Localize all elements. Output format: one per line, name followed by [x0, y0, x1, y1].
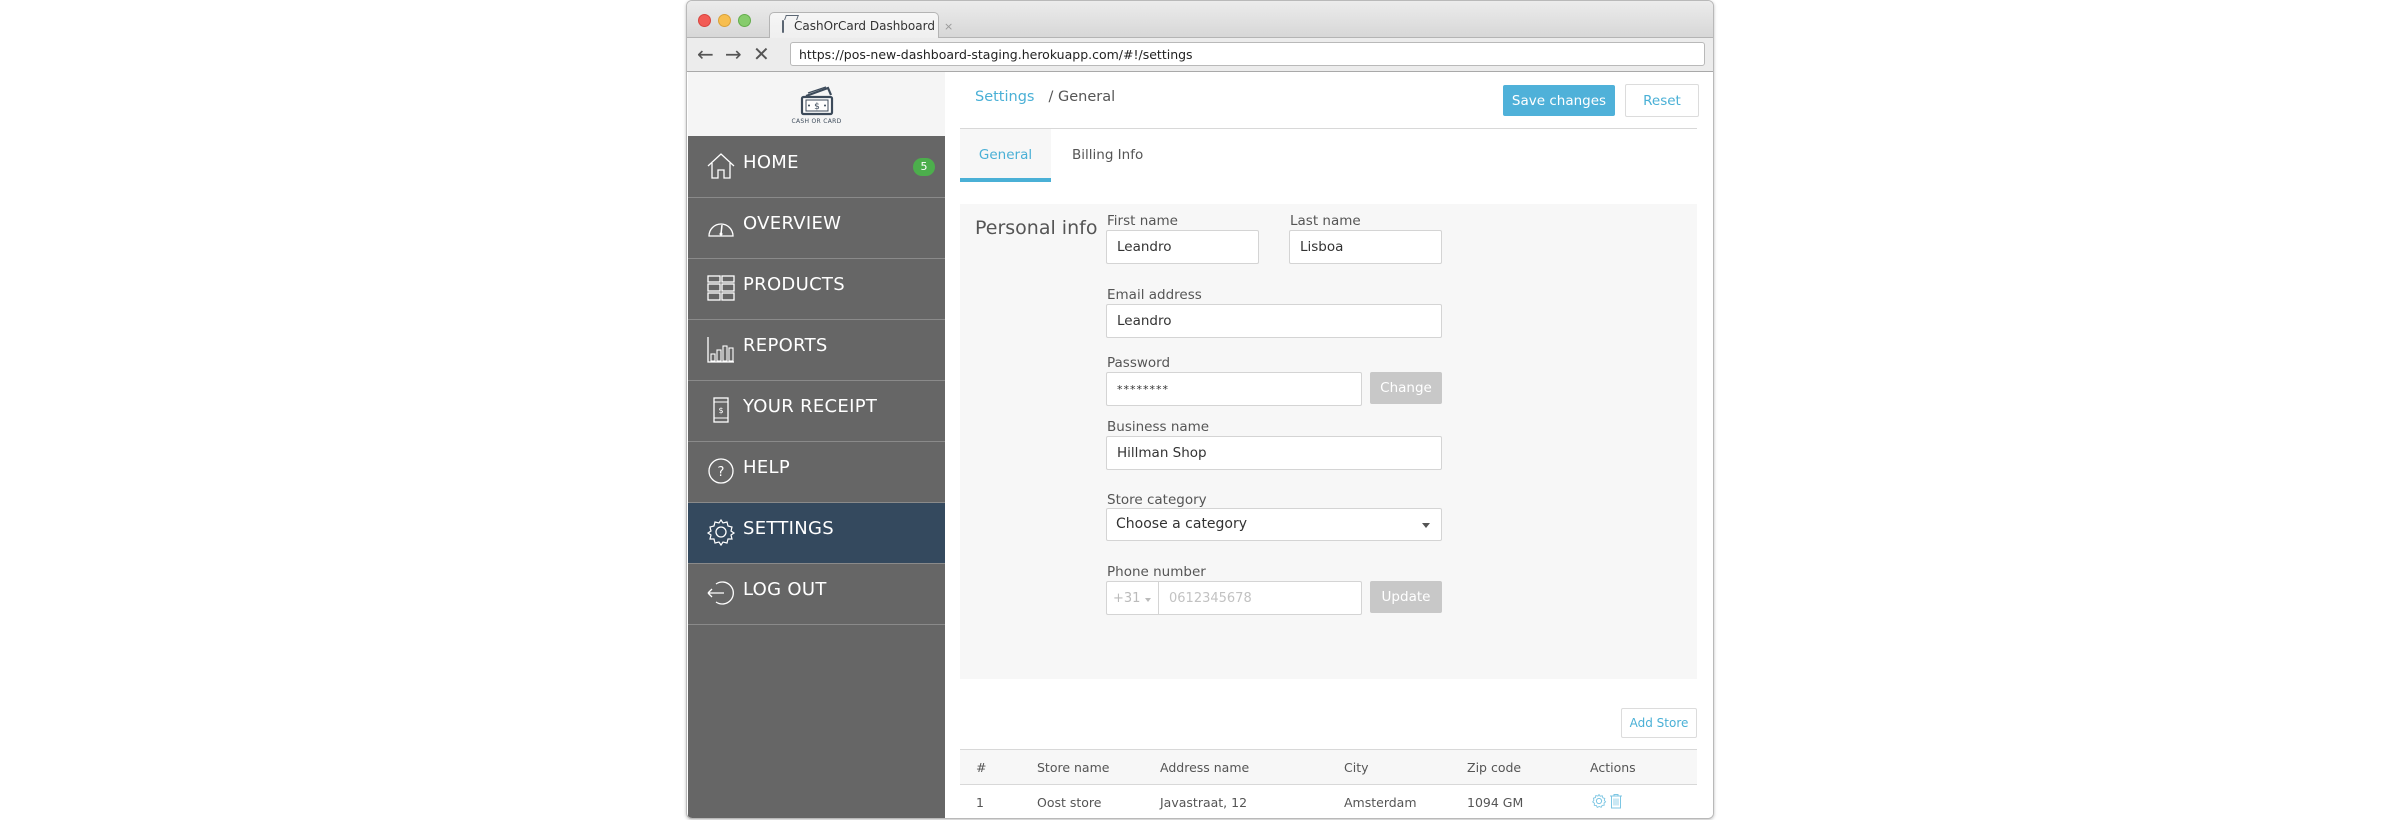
cell-store-name: Oost store — [1037, 795, 1102, 810]
browser-toolbar: ← → ✕ https://pos-new-dashboard-staging.… — [687, 38, 1713, 72]
svg-text:$: $ — [718, 406, 723, 415]
sidebar-item-your-receipt[interactable]: $ YOUR RECEIPT — [688, 381, 945, 442]
gear-icon — [706, 518, 736, 547]
sidebar-item-overview[interactable]: OVERVIEW — [688, 198, 945, 259]
cell-number: 1 — [976, 795, 984, 810]
sidebar-item-log-out[interactable]: LOG OUT — [688, 564, 945, 625]
svg-text:?: ? — [718, 465, 725, 480]
column-header-number: # — [976, 760, 987, 775]
browser-window: CashOrCard Dashboard × ← → ✕ https://pos… — [686, 0, 1714, 819]
table-header: # Store name Address name City Zip code … — [960, 749, 1697, 785]
gauge-icon — [708, 223, 734, 237]
browser-tab[interactable]: CashOrCard Dashboard × — [769, 12, 953, 39]
breadcrumb-current: / General — [1048, 89, 1116, 105]
phone-number-field: +31 0612345678 — [1106, 581, 1362, 615]
first-name-label: First name — [1107, 213, 1178, 229]
row-actions — [1591, 793, 1623, 809]
logo[interactable]: $ CASH OR CARD — [688, 72, 945, 136]
cell-address: Javastraat, 12 — [1160, 795, 1248, 810]
sidebar-item-home[interactable]: HOME 5 — [688, 137, 945, 198]
reset-button[interactable]: Reset — [1625, 84, 1699, 117]
column-header-zip: Zip code — [1467, 760, 1522, 775]
tab-title: CashOrCard Dashboard — [794, 19, 935, 33]
minimize-window-button[interactable] — [718, 14, 731, 27]
tab-close-icon[interactable]: × — [944, 20, 953, 33]
stop-loading-icon[interactable]: ✕ — [753, 43, 770, 65]
personal-info-panel: Personal info First name Leandro Last na… — [960, 204, 1697, 679]
address-bar[interactable]: https://pos-new-dashboard-staging.heroku… — [790, 42, 1705, 66]
svg-text:$: $ — [814, 102, 820, 112]
column-header-city: City — [1344, 760, 1369, 775]
forward-arrow-icon[interactable]: → — [725, 43, 742, 65]
logo-caption: CASH OR CARD — [791, 117, 842, 125]
email-input[interactable]: Leandro — [1106, 304, 1442, 338]
tab-general[interactable]: General — [960, 129, 1051, 182]
first-name-input[interactable]: Leandro — [1106, 230, 1259, 264]
store-category-value: Choose a category — [1116, 516, 1248, 532]
table-row: 1 Oost store Javastraat, 12 Amsterdam 10… — [960, 785, 1697, 818]
main-content: Settings / General Save changes Reset Gen… — [945, 72, 1713, 818]
cash-card-logo-icon: $ — [800, 85, 833, 115]
country-code-select[interactable]: +31 — [1107, 582, 1159, 614]
grid-icon — [707, 275, 735, 301]
section-title: Personal info — [975, 217, 1098, 239]
sidebar-item-label: HOME — [743, 152, 799, 173]
sidebar-item-label: HELP — [743, 457, 790, 478]
sidebar-item-help[interactable]: ? HELP — [688, 442, 945, 503]
sidebar-menu: HOME 5 OVERVIEW PRODUCTS REPORTS $ YOUR … — [688, 137, 945, 625]
column-header-address: Address name — [1160, 760, 1250, 775]
country-code-value: +31 — [1113, 591, 1141, 606]
sidebar-item-label: REPORTS — [743, 335, 828, 356]
sidebar-item-products[interactable]: PRODUCTS — [688, 259, 945, 320]
settings-tabs: General Billing Info — [960, 129, 1164, 182]
edit-store-gear-icon[interactable] — [1591, 793, 1607, 809]
store-category-label: Store category — [1107, 492, 1207, 508]
chevron-down-icon — [1145, 598, 1151, 602]
sidebar-item-reports[interactable]: REPORTS — [688, 320, 945, 381]
cell-city: Amsterdam — [1344, 795, 1417, 810]
sidebar-item-label: LOG OUT — [743, 579, 827, 600]
close-window-button[interactable] — [698, 14, 711, 27]
favicon-icon — [782, 19, 784, 33]
last-name-label: Last name — [1290, 213, 1361, 229]
column-header-actions: Actions — [1590, 760, 1636, 775]
sidebar-item-label: PRODUCTS — [743, 274, 845, 295]
phone-number-label: Phone number — [1107, 564, 1206, 580]
receipt-icon: $ — [713, 397, 729, 423]
add-store-button[interactable]: Add Store — [1621, 708, 1697, 738]
chevron-down-icon — [1422, 523, 1430, 528]
column-header-store-name: Store name — [1037, 760, 1110, 775]
home-icon — [707, 153, 735, 179]
password-input[interactable]: ******** — [1106, 372, 1362, 406]
password-label: Password — [1107, 355, 1171, 371]
title-bar: CashOrCard Dashboard × — [687, 1, 1713, 39]
sidebar: $ CASH OR CARD HOME 5 OVERVIEW PRODUCTS … — [688, 72, 945, 818]
cell-zip: 1094 GM — [1467, 795, 1524, 810]
phone-number-input[interactable]: 0612345678 — [1159, 582, 1361, 614]
maximize-window-button[interactable] — [738, 14, 751, 27]
help-icon: ? — [708, 458, 734, 484]
tab-billing-info[interactable]: Billing Info — [1051, 129, 1164, 182]
business-name-input[interactable]: Hillman Shop — [1106, 436, 1442, 470]
breadcrumb: Settings / General — [975, 89, 1115, 105]
update-phone-button[interactable]: Update — [1370, 581, 1442, 613]
back-arrow-icon[interactable]: ← — [697, 43, 714, 65]
stores-table: # Store name Address name City Zip code … — [960, 749, 1697, 818]
logout-icon — [707, 581, 734, 605]
breadcrumb-settings-link[interactable]: Settings — [975, 89, 1034, 105]
notification-badge: 5 — [913, 158, 935, 176]
sidebar-item-label: OVERVIEW — [743, 213, 842, 234]
change-password-button[interactable]: Change — [1370, 372, 1442, 404]
sidebar-item-label: SETTINGS — [743, 518, 835, 539]
bar-chart-icon — [707, 337, 734, 363]
save-changes-button[interactable]: Save changes — [1503, 85, 1615, 116]
business-name-label: Business name — [1107, 419, 1210, 435]
store-category-select[interactable]: Choose a category — [1106, 508, 1442, 541]
last-name-input[interactable]: Lisboa — [1289, 230, 1442, 264]
sidebar-item-label: YOUR RECEIPT — [743, 396, 878, 417]
delete-store-trash-icon[interactable] — [1609, 793, 1623, 809]
sidebar-item-settings[interactable]: SETTINGS — [688, 503, 945, 564]
email-label: Email address — [1107, 287, 1202, 303]
